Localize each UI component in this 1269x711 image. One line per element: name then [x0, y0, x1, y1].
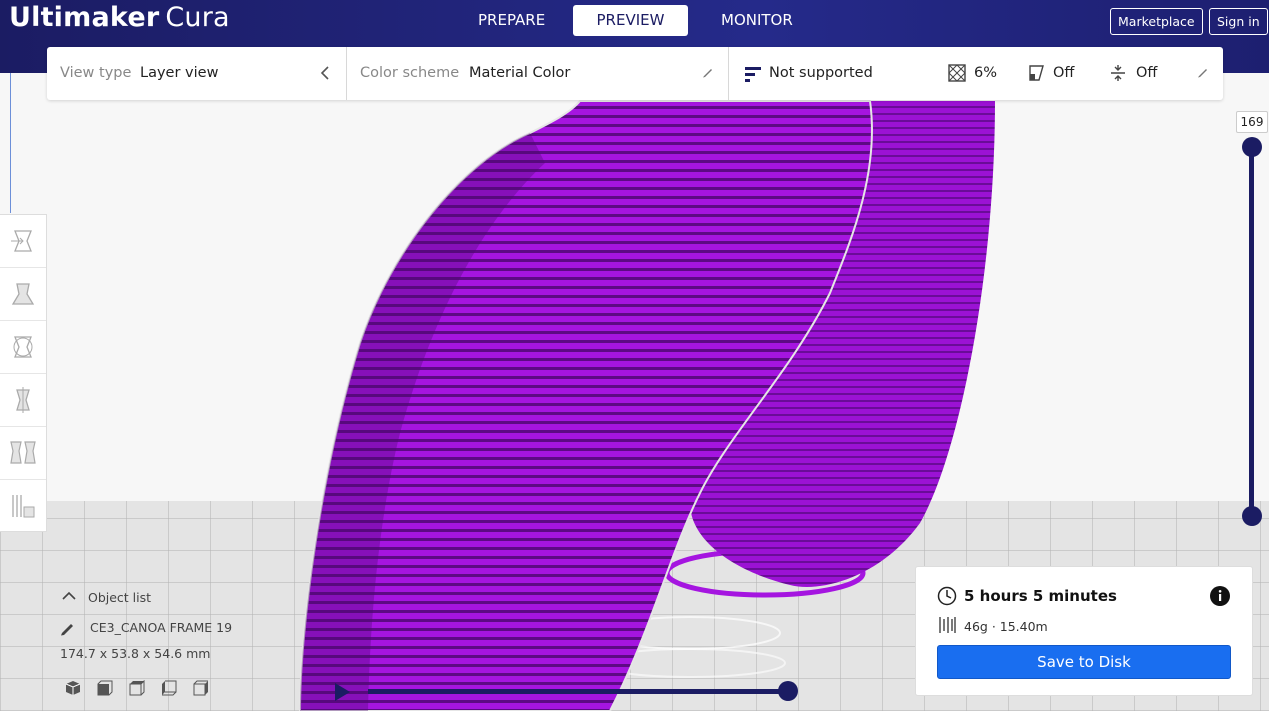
pencil-icon[interactable]	[702, 66, 714, 78]
layer-slider-track[interactable]	[1249, 147, 1254, 517]
chevron-left-icon[interactable]	[320, 66, 330, 80]
layer-slider-lower-handle[interactable]	[1242, 506, 1262, 526]
clock-icon	[937, 586, 957, 606]
view-type-label: View type	[60, 65, 132, 81]
filament-icon	[939, 617, 956, 633]
print-profile-status[interactable]: Not supported	[769, 65, 873, 81]
object-list-panel: Object list CE3_CANOA FRAME 19 174.7 x 5…	[60, 588, 320, 698]
mirror-tool-icon[interactable]	[0, 374, 46, 427]
print-time: 5 hours 5 minutes	[964, 587, 1117, 605]
view-type-dropdown[interactable]: Layer view	[140, 65, 218, 81]
object-name[interactable]: CE3_CANOA FRAME 19	[90, 620, 232, 635]
support-icon	[1029, 65, 1044, 81]
pencil-icon[interactable]	[60, 620, 76, 636]
color-scheme-label: Color scheme	[360, 65, 460, 81]
move-tool-icon[interactable]	[0, 215, 46, 268]
app-logo: Ultimaker Cura	[9, 2, 230, 33]
pencil-icon[interactable]	[1197, 66, 1209, 78]
info-icon[interactable]	[1210, 586, 1230, 606]
color-scheme-dropdown[interactable]: Material Color	[469, 65, 570, 81]
scale-tool-icon[interactable]	[0, 268, 46, 321]
marketplace-button[interactable]: Marketplace	[1110, 8, 1203, 35]
chevron-up-icon[interactable]	[62, 591, 76, 601]
save-to-disk-button[interactable]: Save to Disk	[937, 645, 1231, 679]
support-value[interactable]: Off	[1053, 65, 1074, 81]
tab-monitor[interactable]: MONITOR	[705, 5, 809, 36]
play-simulation-icon[interactable]	[335, 683, 350, 701]
adhesion-value[interactable]: Off	[1136, 65, 1157, 81]
path-slider-track[interactable]	[368, 689, 788, 694]
object-dimensions: 174.7 x 53.8 x 54.6 mm	[60, 646, 211, 661]
support-blocker-icon[interactable]	[0, 480, 46, 533]
sign-in-button[interactable]: Sign in	[1209, 8, 1268, 35]
logo-bold: Ultimaker	[9, 2, 160, 33]
rotate-tool-icon[interactable]	[0, 321, 46, 374]
3d-view-icon[interactable]	[64, 680, 82, 696]
right-view-icon[interactable]	[192, 680, 210, 696]
print-profile-icon	[745, 67, 761, 82]
left-view-icon[interactable]	[160, 680, 178, 696]
front-view-icon[interactable]	[96, 680, 114, 696]
tool-sidebar	[0, 214, 47, 532]
layer-number-input[interactable]: 169	[1236, 111, 1268, 133]
view-settings-bar: View type Layer view Color scheme Materi…	[47, 47, 1223, 100]
top-view-icon[interactable]	[128, 680, 146, 696]
infill-value[interactable]: 6%	[974, 65, 997, 81]
infill-icon	[948, 64, 966, 82]
logo-light: Cura	[165, 2, 230, 33]
layer-slider-upper-handle[interactable]	[1242, 137, 1262, 157]
object-list-toggle[interactable]: Object list	[88, 590, 151, 605]
path-slider-handle[interactable]	[778, 681, 798, 701]
divider	[728, 47, 729, 100]
adhesion-icon	[1111, 65, 1125, 81]
tab-prepare[interactable]: PREPARE	[462, 5, 561, 36]
divider	[346, 47, 347, 100]
material-usage: 46g · 15.40m	[964, 619, 1048, 634]
per-model-settings-icon[interactable]	[0, 427, 46, 480]
tab-preview[interactable]: PREVIEW	[573, 5, 688, 36]
print-info-panel: 5 hours 5 minutes 46g · 15.40m Save to D…	[915, 566, 1253, 696]
